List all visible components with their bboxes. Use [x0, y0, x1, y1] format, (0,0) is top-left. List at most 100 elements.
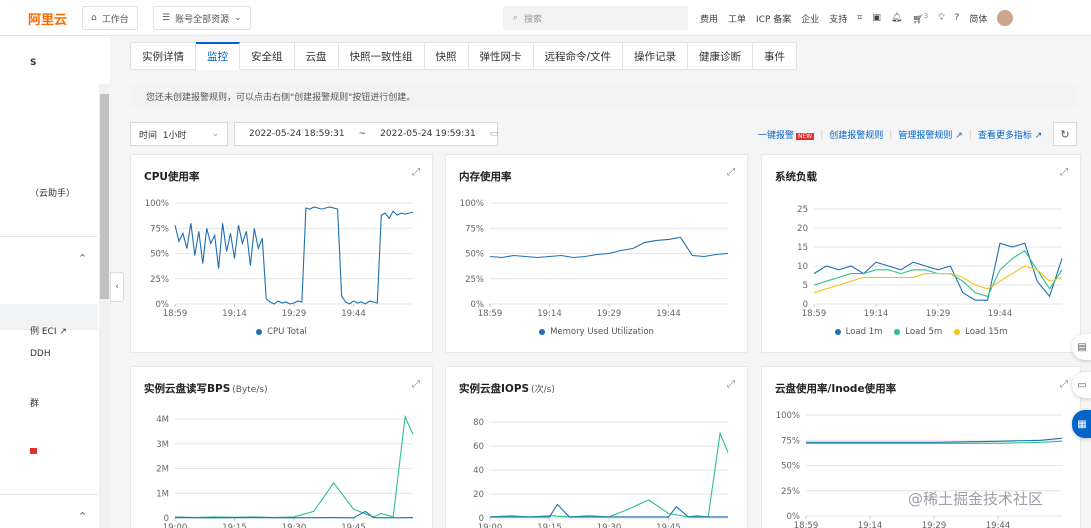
tab-snapshot-consistency-group[interactable]: 快照一致性组 — [338, 42, 425, 70]
y-tick-label: 25% — [465, 275, 484, 285]
y-tick-label: 25% — [150, 275, 169, 285]
y-tick-label: 40 — [473, 466, 484, 476]
tab-operation-logs[interactable]: 操作记录 — [623, 42, 689, 70]
y-tick-label: 15 — [797, 243, 808, 253]
sidebar-item-group[interactable]: 群 — [30, 396, 39, 409]
apps-float-button[interactable]: ▦ — [1072, 410, 1091, 438]
chevron-up-icon[interactable]: ⌃ — [78, 252, 87, 265]
bell-icon[interactable]: 🔔︎ — [891, 13, 902, 23]
series-line-1 — [489, 236, 729, 259]
terminal-icon[interactable]: ▣ — [872, 13, 881, 23]
home-icon: ⌂ — [91, 13, 97, 23]
legend-item[interactable]: Load 15m — [954, 327, 1007, 337]
aliyun-logo[interactable]: 阿里云 — [28, 9, 67, 28]
x-tick-label: 19:30 — [597, 523, 622, 528]
chart-card-system-load: 系统负载 ⤢ 25 20 15 10 5 0 18:59 19:14 19:29 19:44 Lo… — [761, 154, 1081, 353]
refresh-button[interactable]: ↻ — [1053, 122, 1077, 146]
x-tick-label: 19:14 — [537, 309, 562, 319]
tab-events[interactable]: 事件 — [753, 42, 798, 70]
divider: | — [889, 129, 893, 140]
y-tick-label: 75% — [781, 436, 800, 446]
y-tick-label: 20 — [473, 490, 484, 500]
help-icon[interactable]: ? — [955, 13, 960, 23]
one-click-alarm-link[interactable]: 一键报警 NEW — [758, 128, 815, 141]
x-tick-label: 19:29 — [597, 309, 622, 319]
search-input[interactable]: ⌕ 搜索 — [503, 6, 688, 30]
resource-scope-dropdown[interactable]: ☰ 账号全部资源 ⌄ — [153, 6, 251, 30]
cpu-chart-plot: 100%75%50%25%0%18:59 19:14 19:29 19:44 — [145, 199, 414, 319]
y-tick-label: 50% — [465, 250, 484, 260]
menu-support[interactable]: 支持 — [829, 12, 847, 25]
tab-snapshots[interactable]: 快照 — [424, 42, 469, 70]
new-badge-icon — [30, 448, 37, 454]
y-tick-label: 50% — [150, 250, 169, 260]
legend-item[interactable]: CPU Total — [256, 327, 307, 337]
chart-card-disk-iops: 实例云盘IOPS (次/s) ⤢ 80 60 40 20 0 19:00 19:15 19:30… — [445, 366, 748, 528]
date-range-picker[interactable]: 2022-05-24 18:59:31 ~ 2022-05-24 19:59:3… — [234, 122, 498, 146]
tab-eni[interactable]: 弹性网卡 — [468, 42, 534, 70]
legend-item[interactable]: Memory Used Utilization — [539, 327, 654, 337]
x-tick-label: 19:44 — [986, 521, 1011, 528]
sidebar-item-ddh[interactable]: DDH — [30, 349, 51, 359]
view-more-metrics-link[interactable]: 查看更多指标 ↗ — [978, 128, 1042, 141]
x-tick-label: 19:14 — [864, 309, 889, 319]
external-link-icon: ↗ — [59, 327, 67, 337]
y-tick-label: 100% — [776, 411, 800, 421]
bulb-icon[interactable]: 💡︎ — [938, 13, 944, 23]
menu-fees[interactable]: 费用 — [700, 12, 718, 25]
sidebar-scrollbar[interactable] — [99, 84, 110, 528]
manage-alarm-rules-link[interactable]: 管理报警规则 ↗ — [898, 128, 962, 141]
x-tick-label: 18:59 — [802, 309, 827, 319]
chart-legend: CPU Total — [131, 327, 432, 337]
legend-label: Load 1m — [845, 327, 883, 337]
chart-card-disk-bps: 实例云盘读写BPS (Byte/s) ⤢ 4M 3M 2M 1M 0 19:00 19:15 1… — [130, 366, 433, 528]
time-range-select[interactable]: 时间 1小时 ⌄ — [130, 122, 228, 146]
chevron-down-icon: ⌄ — [211, 129, 219, 139]
language-switch[interactable]: 简体 — [969, 12, 987, 25]
workbench-button[interactable]: ⌂ 工作台 — [82, 6, 138, 30]
y-tick-label: 60 — [473, 442, 484, 452]
sidebar-collapse-button[interactable]: ‹ — [110, 272, 124, 302]
tab-disks[interactable]: 云盘 — [294, 42, 339, 70]
legend-label: Memory Used Utilization — [550, 327, 654, 337]
tab-monitoring[interactable]: 监控 — [196, 42, 240, 70]
start-time: 2022-05-24 18:59:31 — [249, 129, 345, 139]
legend-item[interactable]: Load 1m — [834, 327, 883, 337]
external-link-icon: ↗ — [1034, 131, 1043, 141]
code-icon[interactable]: ⌗ — [857, 13, 862, 23]
tab-remote-commands[interactable]: 远程命令/文件 — [533, 42, 624, 70]
chevron-up-icon[interactable]: ⌃ — [78, 510, 87, 523]
tab-security-group[interactable]: 安全组 — [240, 42, 295, 70]
y-tick-label: 3M — [156, 440, 169, 450]
menu-enterprise[interactable]: 企业 — [801, 12, 819, 25]
x-tick-label: 19:44 — [656, 309, 681, 319]
x-tick-label: 18:59 — [478, 309, 503, 319]
tab-health-diagnosis[interactable]: 健康诊断 — [688, 42, 754, 70]
y-tick-label: 2M — [156, 465, 169, 475]
menu-tickets[interactable]: 工单 — [728, 12, 746, 25]
scrollbar-thumb[interactable] — [100, 94, 109, 299]
y-tick-label: 10 — [797, 262, 808, 272]
x-tick-label: 19:44 — [988, 309, 1013, 319]
sidebar-item-eci[interactable]: 例 ECI ↗ — [30, 324, 67, 337]
legend-label: Load 5m — [905, 327, 943, 337]
legend-item[interactable]: Load 5m — [894, 327, 942, 337]
sidebar-title: S — [30, 58, 37, 68]
chat-float-button[interactable]: ▭ — [1072, 372, 1091, 398]
view-more-label: 查看更多指标 — [977, 131, 1032, 141]
chart-card-memory: 内存使用率 ⤢ 100% 75% 50% 25% 0% 18:59 19:14 19:29 19… — [445, 154, 748, 353]
chevron-left-icon: ‹ — [115, 282, 119, 292]
cart-icon[interactable]: 🛒︎3 — [912, 12, 928, 25]
manage-rules-label: 管理报警规则 — [898, 131, 953, 141]
menu-icp[interactable]: ICP 备案 — [756, 12, 791, 25]
resource-scope-label: 账号全部资源 — [175, 14, 230, 25]
feedback-float-button[interactable]: ▤ — [1072, 334, 1091, 360]
sidebar-item-assistant[interactable]: （云助手） — [30, 186, 75, 199]
tab-instance-details[interactable]: 实例详情 — [130, 42, 196, 70]
x-tick-label: 18:59 — [163, 309, 188, 319]
watermark: @稀土掘金技术社区 — [908, 490, 1044, 508]
y-tick-label: 75% — [150, 224, 169, 234]
y-tick-label: 1M — [156, 489, 169, 499]
create-alarm-rule-link[interactable]: 创建报警规则 — [829, 128, 883, 141]
avatar[interactable] — [997, 10, 1014, 26]
